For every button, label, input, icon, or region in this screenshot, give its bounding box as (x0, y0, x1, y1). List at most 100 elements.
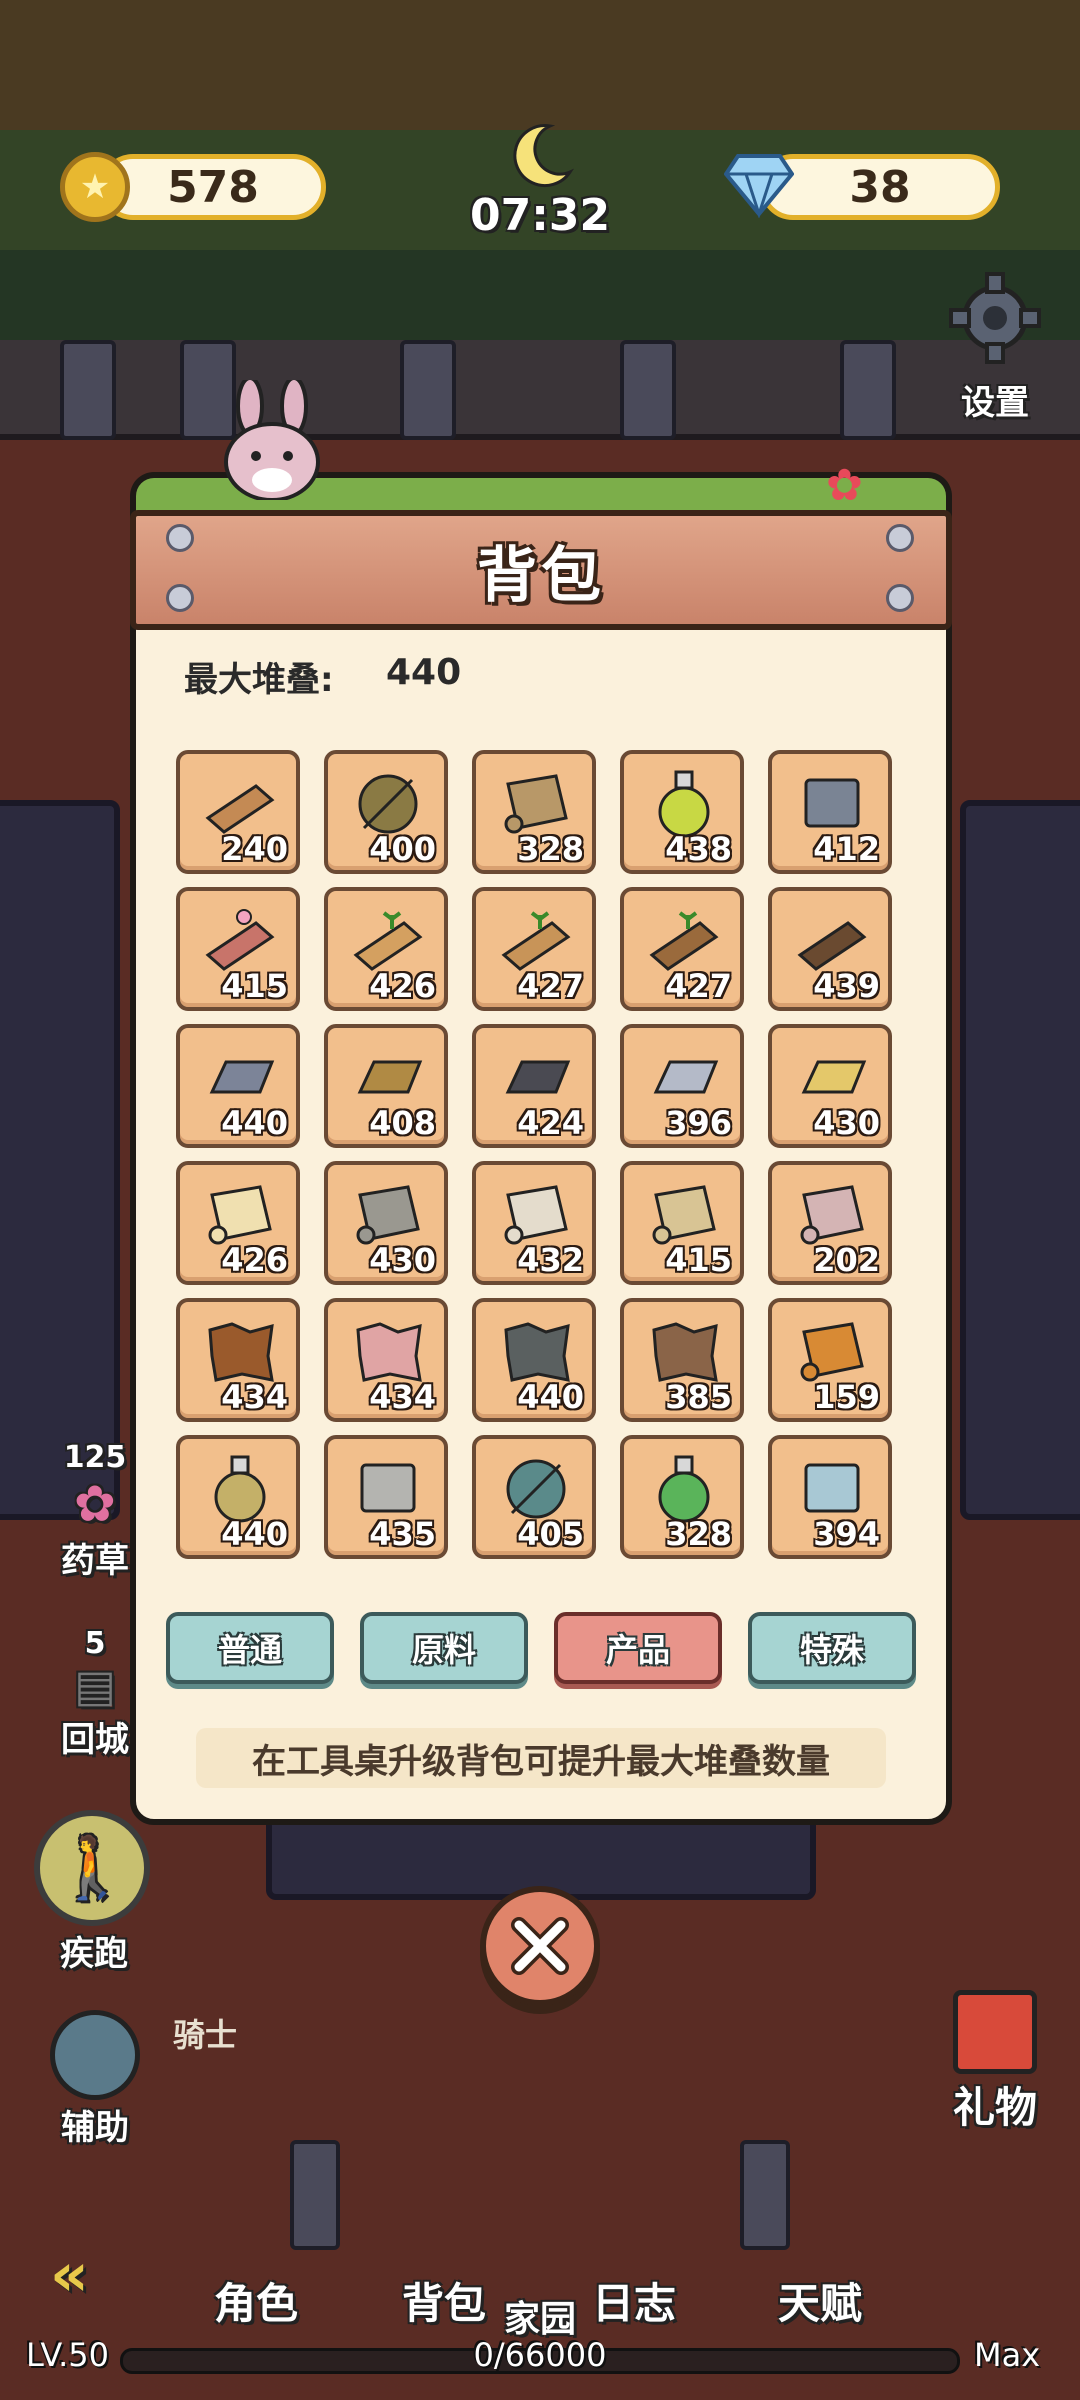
item-count: 408 (369, 1104, 436, 1142)
hedge-row (0, 250, 1080, 340)
sprint-label: 疾跑 (60, 1934, 128, 1974)
item-count: 400 (369, 830, 436, 868)
dirt-border (0, 0, 1080, 130)
item-count: 435 (369, 1515, 436, 1553)
inventory-slot[interactable]: 432 (472, 1161, 596, 1285)
nav-role[interactable]: 角色 (214, 2270, 298, 2331)
item-count: 328 (665, 1515, 732, 1553)
nav-journal[interactable]: 日志 (592, 2270, 676, 2331)
inventory-slot[interactable]: 240 (176, 750, 300, 874)
inventory-slot[interactable]: 405 (472, 1435, 596, 1559)
inventory-slot[interactable]: 440 (472, 1298, 596, 1422)
seed-jar-icon (214, 1455, 266, 1523)
gift-button[interactable]: 礼物 (940, 1990, 1050, 2135)
wall-pillar (840, 340, 896, 440)
close-button[interactable] (480, 1886, 600, 2006)
inventory-slot[interactable]: 385 (620, 1298, 744, 1422)
inventory-slot[interactable]: 412 (768, 750, 892, 874)
wall-pillar (400, 340, 456, 440)
inventory-slot[interactable]: 426 (176, 1161, 300, 1285)
bolt-icon (166, 584, 194, 612)
inventory-slot[interactable]: 328 (620, 1435, 744, 1559)
orange-scroll-icon (800, 1322, 864, 1382)
inventory-slot[interactable]: 434 (176, 1298, 300, 1422)
inventory-slot[interactable]: 434 (324, 1298, 448, 1422)
inventory-slot[interactable]: 435 (324, 1435, 448, 1559)
right-room (960, 800, 1080, 1520)
inventory-slot[interactable]: 438 (620, 750, 744, 874)
ebony-plank-icon (797, 921, 867, 971)
bolt-icon (886, 584, 914, 612)
tab-special[interactable]: 特殊 (748, 1612, 916, 1684)
gold-cloth-icon (208, 1185, 272, 1245)
wall-pillar (620, 340, 676, 440)
item-count: 385 (665, 1378, 732, 1416)
stone-brick-icon (360, 1463, 416, 1513)
inventory-slot[interactable]: 396 (620, 1024, 744, 1148)
gear-icon (949, 272, 1041, 364)
item-count: 202 (813, 1241, 880, 1279)
item-count: 394 (813, 1515, 880, 1553)
inventory-slot[interactable]: 440 (176, 1024, 300, 1148)
inventory-slot[interactable]: 424 (472, 1024, 596, 1148)
inventory-slot[interactable]: 400 (324, 750, 448, 874)
assist-label: 辅助 (61, 2108, 129, 2148)
backpack-title: 背包 (477, 540, 605, 611)
knight-tag: 骑士 (150, 2010, 260, 2056)
inventory-slot[interactable]: 159 (768, 1298, 892, 1422)
diamond-counter: 38 (760, 154, 1000, 220)
inventory-slot[interactable]: 430 (324, 1161, 448, 1285)
tab-materials[interactable]: 原料 (360, 1612, 528, 1684)
tab-products[interactable]: 产品 (554, 1612, 722, 1684)
item-count: 434 (221, 1378, 288, 1416)
bolt-icon (166, 524, 194, 552)
item-count: 396 (665, 1104, 732, 1142)
tab-normal[interactable]: 普通 (166, 1612, 334, 1684)
assist-button[interactable]: 辅助 (40, 2010, 150, 2149)
dark-ingot-icon (505, 1060, 571, 1094)
left-room (0, 800, 120, 1520)
max-stack-value: 440 (386, 652, 462, 693)
gold-ingot-icon (801, 1060, 867, 1094)
inventory-slot[interactable]: 427 (472, 887, 596, 1011)
silver-ingot-icon (653, 1060, 719, 1094)
gift-label: 礼物 (952, 2083, 1037, 2132)
diamond-icon (724, 154, 794, 218)
inventory-slot[interactable]: 415 (620, 1161, 744, 1285)
inventory-slot[interactable]: 439 (768, 887, 892, 1011)
gray-cloth-icon (356, 1185, 420, 1245)
inventory-slot[interactable]: 430 (768, 1024, 892, 1148)
spotted-hide-icon (208, 1322, 274, 1382)
nav-talent[interactable]: 天赋 (778, 2270, 862, 2331)
item-count: 240 (221, 830, 288, 868)
bronze-ingot-icon (357, 1060, 423, 1094)
wall-pillar (290, 2140, 340, 2250)
close-icon (511, 1917, 569, 1975)
inventory-slot[interactable]: 202 (768, 1161, 892, 1285)
nav-home[interactable]: 家园 (504, 2290, 576, 2342)
bolt-icon (886, 524, 914, 552)
pink-plank-icon (205, 909, 275, 971)
inventory-slot[interactable]: 415 (176, 887, 300, 1011)
sprint-button[interactable]: 🚶 疾跑 (34, 1810, 154, 1975)
tab-label: 普通 (217, 1631, 282, 1669)
item-count: 439 (813, 967, 880, 1005)
inventory-slot[interactable]: 408 (324, 1024, 448, 1148)
xp-text: 0/66000 (473, 2336, 607, 2374)
nav-backpack[interactable]: 背包 (402, 2270, 486, 2331)
inventory-slot[interactable]: 394 (768, 1435, 892, 1559)
inventory-slot[interactable]: 427 (620, 887, 744, 1011)
inventory-slot[interactable]: 440 (176, 1435, 300, 1559)
tan-cloth-icon (652, 1185, 716, 1245)
item-count: 432 (517, 1241, 584, 1279)
knight-label: 骑士 (172, 2016, 237, 2054)
scroll-icon (504, 774, 568, 834)
moon-icon (513, 124, 575, 188)
inventory-slot[interactable]: 328 (472, 750, 596, 874)
pocket-watch-icon (50, 2010, 140, 2100)
wall-pillar (740, 2140, 790, 2250)
settings-button[interactable]: 设置 (940, 270, 1050, 424)
back-arrows-icon[interactable]: « (50, 2240, 89, 2310)
item-count: 159 (813, 1378, 880, 1416)
inventory-slot[interactable]: 426 (324, 887, 448, 1011)
